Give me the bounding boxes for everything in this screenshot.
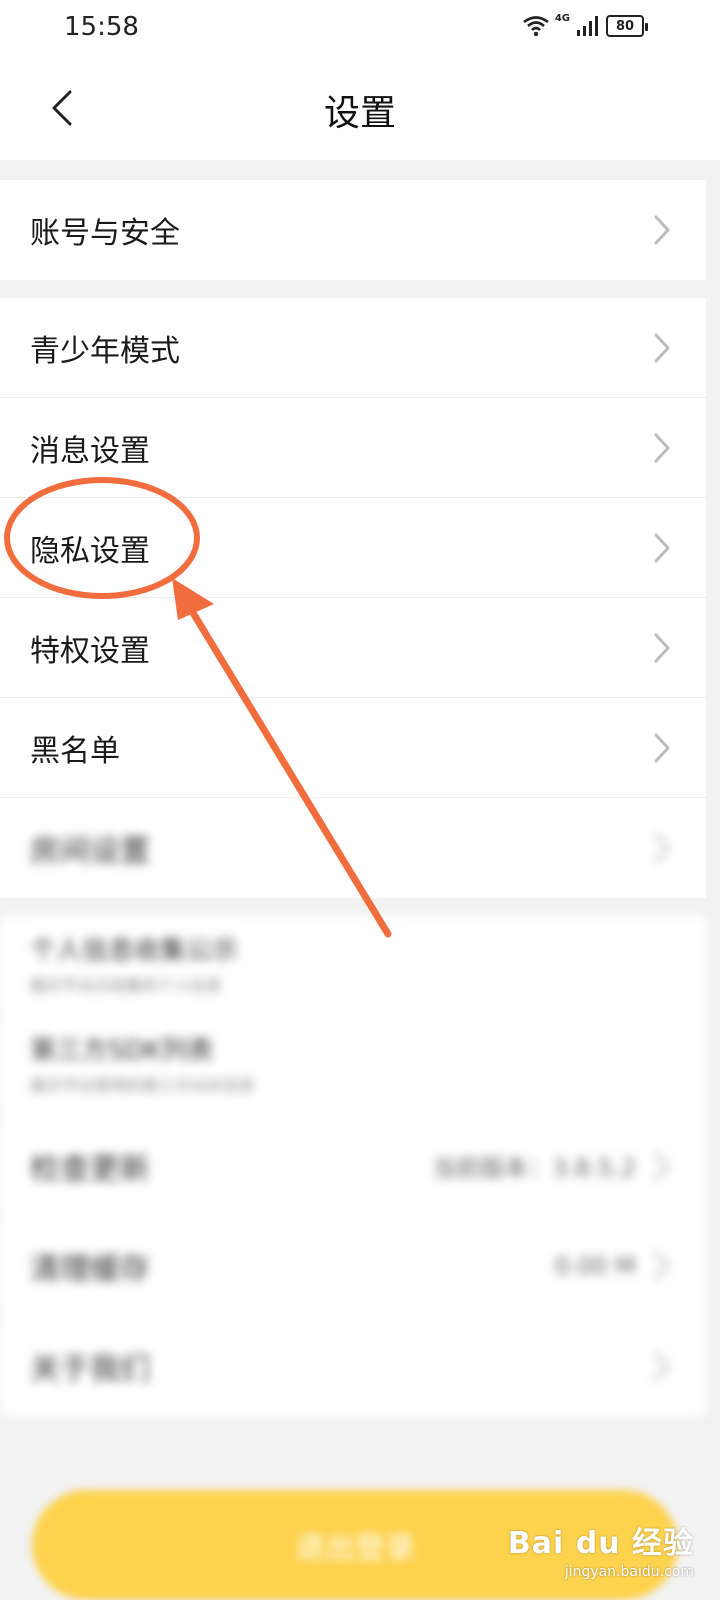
settings-item-label: 房间设置	[30, 834, 150, 869]
chevron-right-icon	[654, 333, 670, 362]
settings-item-teen-mode[interactable]: 青少年模式	[0, 298, 706, 398]
settings-item-sub: 展示平台已收集的个人信息	[30, 976, 223, 995]
chevron-right-icon	[654, 433, 670, 462]
settings-item-check-update[interactable]: 检查更新 当前版本：3.8.5.2	[0, 1116, 706, 1216]
settings-item-sub: 展示平台使用的第三方SDK信息	[30, 1076, 255, 1095]
nav-bar: 设置	[0, 56, 720, 160]
settings-item-clear-cache[interactable]: 清理缓存 0.00 M	[0, 1216, 706, 1316]
settings-item-about[interactable]: 关于我们	[0, 1316, 706, 1416]
settings-group-other: 个人信息收集公示 展示平台已收集的个人信息 第三方SDK列表 展示平台使用的第三…	[0, 916, 706, 1416]
status-bar: 15:58 4G 80	[0, 0, 720, 56]
battery-level: 80	[615, 18, 635, 34]
battery-icon: 80	[606, 15, 648, 37]
chevron-right-icon	[654, 215, 670, 245]
settings-item-label: 清理缓存	[30, 1251, 150, 1287]
settings-item-room[interactable]: 房间设置	[0, 798, 706, 898]
settings-item-privilege[interactable]: 特权设置	[0, 598, 706, 698]
status-time: 15:58	[64, 12, 139, 42]
signal-icon	[577, 16, 598, 36]
settings-item-label: 隐私设置	[30, 533, 150, 569]
settings-group-main: 青少年模式 消息设置 隐私设置 特权设置 黑名单 房间设置	[0, 298, 706, 898]
chevron-right-icon	[654, 633, 670, 662]
settings-item-label: 个人信息收集公示	[30, 936, 239, 966]
settings-item-label: 第三方SDK列表	[30, 1036, 214, 1066]
settings-item-label: 特权设置	[30, 633, 150, 669]
network-type: 4G	[554, 12, 570, 24]
chevron-right-icon	[654, 1251, 670, 1280]
settings-item-label: 黑名单	[30, 733, 120, 769]
settings-item-sdk-list[interactable]: 第三方SDK列表 展示平台使用的第三方SDK信息	[0, 1016, 706, 1116]
watermark: Bai du 经验 jingyan.baidu.com	[508, 1518, 694, 1580]
watermark-logo: Bai du 经验	[507, 1526, 694, 1561]
settings-item-label: 账号与安全	[30, 216, 180, 251]
settings-item-label: 关于我们	[30, 1352, 150, 1387]
settings-item-value: 当前版本：3.8.5.2	[432, 1154, 636, 1182]
page-title: 设置	[323, 93, 396, 134]
status-icons: 4G 80	[523, 12, 648, 40]
chevron-right-icon	[654, 733, 670, 762]
logout-label: 退出登录	[295, 1531, 415, 1566]
chevron-right-icon	[654, 833, 670, 863]
settings-item-blacklist[interactable]: 黑名单	[0, 698, 706, 798]
watermark-url: jingyan.baidu.com	[564, 1564, 694, 1580]
chevron-right-icon	[654, 1351, 670, 1381]
wifi-icon	[523, 16, 549, 37]
settings-item-privacy[interactable]: 隐私设置	[0, 498, 706, 598]
settings-item-label: 消息设置	[30, 433, 150, 469]
chevron-right-icon	[654, 1151, 670, 1180]
settings-item-label: 检查更新	[30, 1151, 150, 1187]
settings-group-account: 账号与安全	[0, 180, 706, 280]
settings-item-message[interactable]: 消息设置	[0, 398, 706, 498]
chevron-right-icon	[654, 533, 670, 562]
settings-item-label: 青少年模式	[30, 333, 180, 369]
settings-item-value: 0.00 M	[554, 1251, 636, 1280]
settings-item-personal-info[interactable]: 个人信息收集公示 展示平台已收集的个人信息	[0, 916, 706, 1016]
settings-item-account-security[interactable]: 账号与安全	[0, 180, 706, 280]
